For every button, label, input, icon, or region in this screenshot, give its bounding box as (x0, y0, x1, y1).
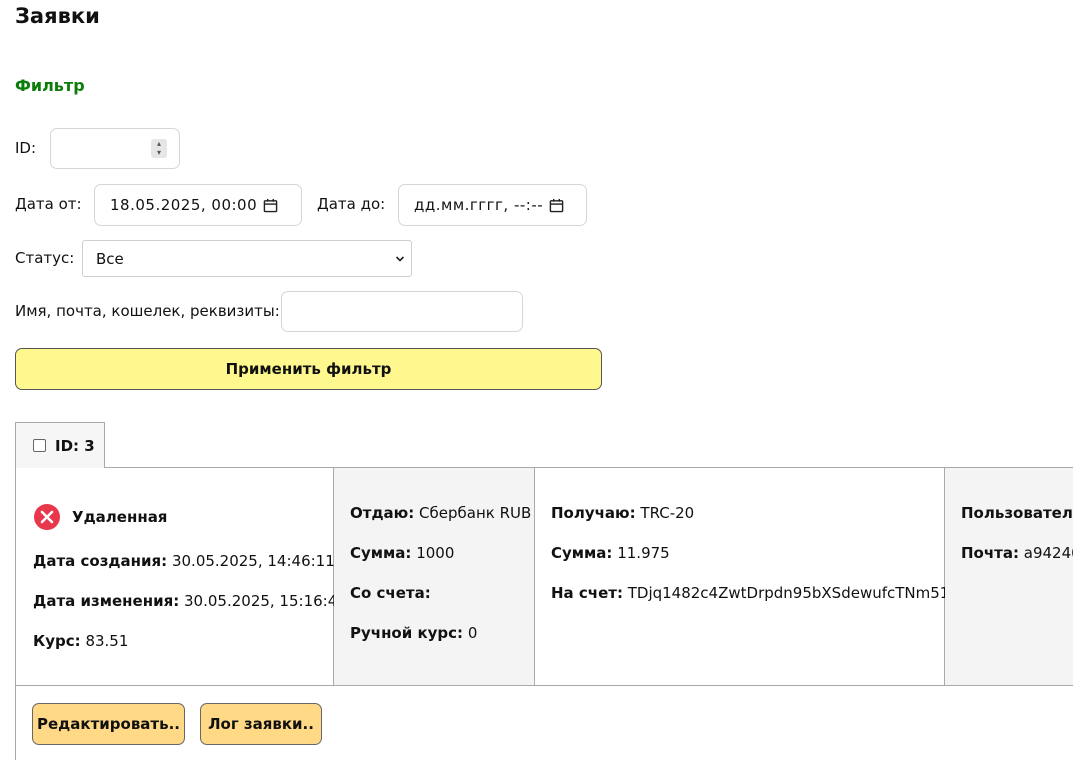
email-row: Почта: a942404 (961, 544, 1073, 562)
apply-filter-button[interactable]: Применить фильтр (15, 348, 602, 390)
rate-row: Курс: 83.51 (33, 632, 129, 650)
select-order-checkbox[interactable] (33, 439, 46, 452)
date-to-placeholder: дд.мм.гггг, --:-- (414, 196, 544, 214)
user-column: Пользователь: Почта: a942404 (945, 468, 1073, 685)
order-actions-bar: Редактировать.. Лог заявки.. (16, 685, 1073, 761)
date-from-input[interactable]: 18.05.2025, 00:00 (94, 184, 302, 226)
order-log-button[interactable]: Лог заявки.. (200, 703, 322, 745)
chevron-down-icon (395, 256, 405, 262)
modified-date-row: Дата изменения: 30.05.2025, 15:16:46 (33, 592, 347, 610)
status-select-value: Все (96, 249, 124, 268)
date-to-input[interactable]: дд.мм.гггг, --:-- (398, 184, 587, 226)
order-id-label: ID: 3 (55, 436, 95, 455)
filter-heading: Фильтр (15, 76, 85, 95)
error-x-icon (34, 504, 60, 530)
give-row: Отдаю: Сбербанк RUB (350, 504, 532, 522)
edit-order-button[interactable]: Редактировать.. (32, 703, 185, 745)
give-sum-row: Сумма: 1000 (350, 544, 455, 562)
status-select[interactable]: Все (82, 240, 412, 277)
page-title: Заявки (15, 4, 100, 28)
order-status-column: Удаленная Дата создания: 30.05.2025, 14:… (16, 468, 347, 685)
calendar-icon[interactable] (549, 198, 564, 213)
from-account-row: Со счета: (350, 584, 431, 602)
search-input[interactable] (281, 291, 523, 332)
date-to-label: Дата до: (317, 195, 386, 213)
receive-column: Получаю: TRC-20 Сумма: 11.975 На счет: T… (535, 468, 949, 685)
calendar-icon[interactable] (263, 198, 278, 213)
date-from-label: Дата от: (15, 195, 82, 213)
created-date-row: Дата создания: 30.05.2025, 14:46:11 (33, 552, 335, 570)
order-card: Удаленная Дата создания: 30.05.2025, 14:… (15, 467, 1073, 761)
give-column: Отдаю: Сбербанк RUB Сумма: 1000 Со счета… (334, 468, 535, 685)
user-row: Пользователь: (961, 504, 1073, 522)
date-from-value: 18.05.2025, 00:00 (110, 196, 258, 214)
status-text: Удаленная (72, 508, 168, 526)
search-label: Имя, почта, кошелек, реквизиты: (15, 302, 280, 320)
id-number-input[interactable]: ▴ ▾ (50, 128, 180, 169)
id-label: ID: (15, 139, 37, 157)
number-spinner-icon[interactable]: ▴ ▾ (151, 139, 167, 158)
status-label: Статус: (15, 249, 75, 267)
to-account-row: На счет: TDjq1482c4ZwtDrpdn95bXSdewufcTN… (551, 584, 950, 602)
receive-row: Получаю: TRC-20 (551, 504, 695, 522)
manual-rate-row: Ручной курс: 0 (350, 624, 478, 642)
order-tab[interactable]: ID: 3 (15, 422, 105, 468)
receive-sum-row: Сумма: 11.975 (551, 544, 670, 562)
